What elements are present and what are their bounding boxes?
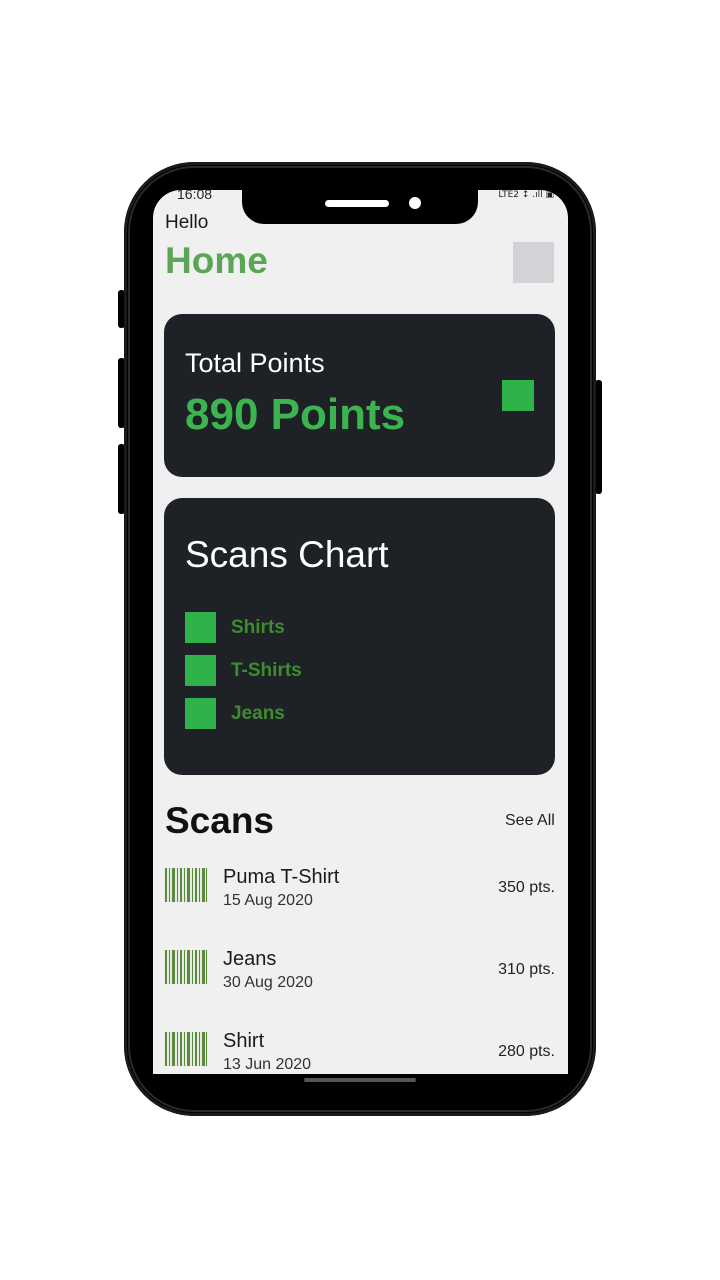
scan-list-item[interactable]: Jeans 30 Aug 2020 310 pts.	[164, 948, 555, 1008]
home-indicator[interactable]	[304, 1078, 416, 1082]
front-camera	[409, 197, 421, 209]
scans-section-title: Scans	[165, 800, 275, 841]
scan-item-points: 280 pts.	[498, 1043, 555, 1060]
barcode-icon	[164, 1032, 208, 1066]
legend-swatch-icon	[185, 655, 216, 686]
chart-title: Scans Chart	[185, 534, 389, 575]
scan-item-name: Shirt	[223, 1030, 265, 1052]
earpiece-speaker	[325, 200, 389, 207]
scan-item-date: 13 Jun 2020	[223, 1056, 312, 1073]
barcode-icon	[164, 950, 208, 984]
status-time: 16:08	[177, 190, 213, 202]
legend-item-shirts: Shirts	[185, 612, 302, 643]
scan-item-name: Jeans	[223, 948, 277, 970]
app-screen: 16:08 LTE2 ↕ .ıll ▣ Hello Home Total Poi…	[153, 190, 568, 1074]
scan-item-points: 310 pts.	[498, 961, 555, 978]
scan-list-item[interactable]: Puma T-Shirt 15 Aug 2020 350 pts.	[164, 866, 555, 926]
scan-item-date: 30 Aug 2020	[223, 974, 313, 991]
scan-list-item[interactable]: Shirt 13 Jun 2020 280 pts.	[164, 1030, 555, 1074]
legend-label: Shirts	[231, 616, 285, 638]
legend-swatch-icon	[185, 698, 216, 729]
legend-item-jeans: Jeans	[185, 698, 302, 729]
barcode-icon	[164, 868, 208, 902]
scan-item-date: 15 Aug 2020	[223, 892, 313, 909]
total-points-label: Total Points	[185, 348, 325, 378]
status-icons: LTE2 ↕ .ıll ▣	[498, 190, 554, 200]
legend-label: Jeans	[231, 702, 285, 724]
greeting-text: Hello	[165, 212, 209, 233]
scan-item-name: Puma T-Shirt	[223, 866, 340, 888]
scans-chart-card: Scans Chart Shirts T-Shirts Jeans	[164, 498, 555, 775]
power-button	[595, 380, 602, 494]
legend-label: T-Shirts	[231, 659, 302, 681]
chart-legend: Shirts T-Shirts Jeans	[185, 612, 302, 741]
scan-item-points: 350 pts.	[498, 879, 555, 896]
avatar[interactable]	[513, 242, 554, 283]
legend-swatch-icon	[185, 612, 216, 643]
page-title: Home	[165, 240, 268, 281]
total-points-card[interactable]: Total Points 890 Points	[164, 314, 555, 477]
points-icon	[502, 380, 534, 411]
total-points-value: 890 Points	[185, 390, 406, 439]
see-all-link[interactable]: See All	[505, 812, 555, 830]
legend-item-t-shirts: T-Shirts	[185, 655, 302, 686]
